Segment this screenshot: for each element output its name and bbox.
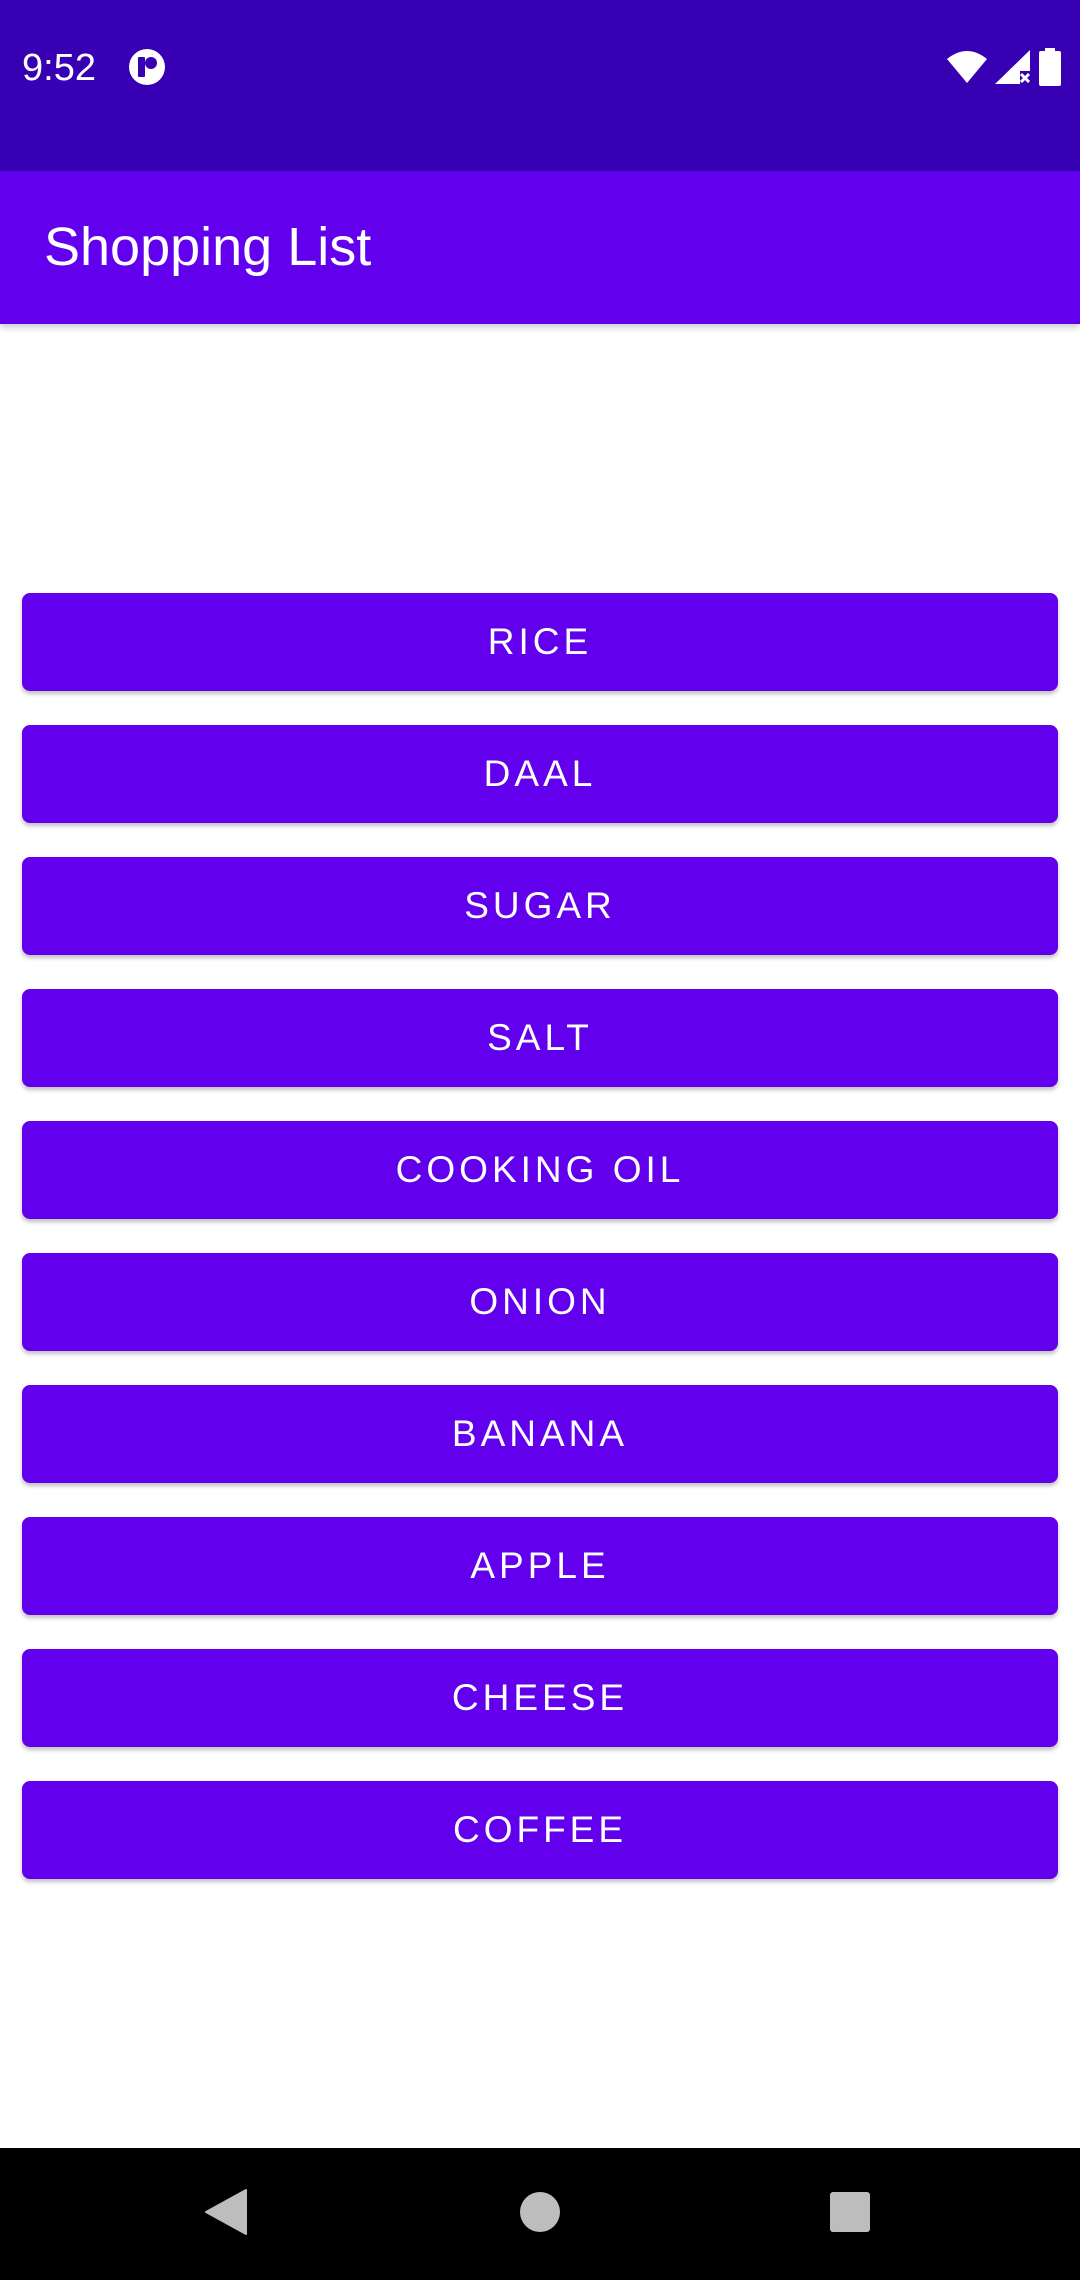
item-button-coffee[interactable]: COFFEE	[22, 1781, 1058, 1879]
notification-app-icon	[128, 48, 166, 86]
app-bar: Shopping List	[0, 171, 1080, 324]
back-button[interactable]	[160, 2148, 292, 2280]
signal-icon	[994, 49, 1032, 85]
recents-button[interactable]	[784, 2148, 916, 2280]
item-button-cheese[interactable]: CHEESE	[22, 1649, 1058, 1747]
page-title: Shopping List	[44, 217, 372, 277]
item-button-sugar[interactable]: SUGAR	[22, 857, 1058, 955]
navigation-bar	[0, 2148, 1080, 2280]
battery-icon	[1038, 48, 1062, 86]
screen: 9:52 Shopping List RICE DAAL SUGAR SALT …	[0, 0, 1080, 2280]
status-time: 9:52	[22, 47, 96, 89]
recents-icon	[829, 2191, 871, 2238]
shopping-list: RICE DAAL SUGAR SALT COOKING OIL ONION B…	[22, 593, 1058, 1913]
home-icon	[519, 2191, 561, 2238]
status-bar: 9:52	[0, 0, 1080, 171]
item-button-banana[interactable]: BANANA	[22, 1385, 1058, 1483]
item-button-apple[interactable]: APPLE	[22, 1517, 1058, 1615]
item-button-cooking-oil[interactable]: COOKING OIL	[22, 1121, 1058, 1219]
wifi-icon	[946, 50, 988, 84]
item-button-onion[interactable]: ONION	[22, 1253, 1058, 1351]
item-button-daal[interactable]: DAAL	[22, 725, 1058, 823]
item-button-salt[interactable]: SALT	[22, 989, 1058, 1087]
back-icon	[204, 2188, 248, 2241]
item-button-rice[interactable]: RICE	[22, 593, 1058, 691]
status-icons	[946, 46, 1062, 88]
home-button[interactable]	[474, 2148, 606, 2280]
